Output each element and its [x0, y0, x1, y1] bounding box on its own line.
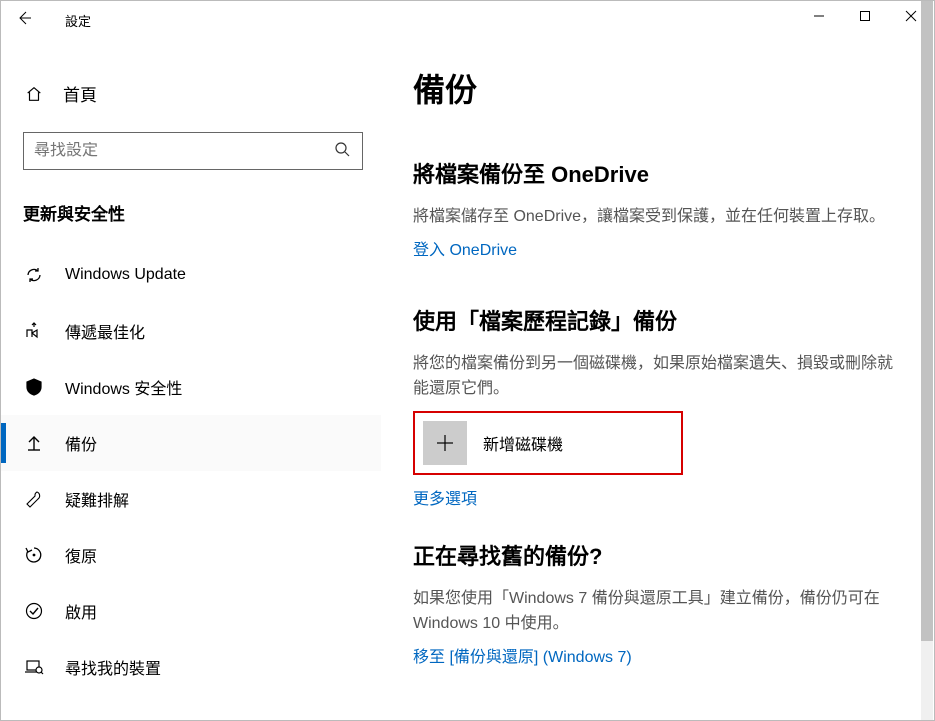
sync-icon	[23, 265, 45, 285]
section-onedrive: 將檔案備份至 OneDrive 將檔案儲存至 OneDrive，讓檔案受到保護，…	[413, 157, 894, 260]
home-label: 首頁	[63, 81, 97, 106]
search-icon	[332, 141, 352, 162]
delivery-icon	[23, 321, 45, 341]
sidebar: 首頁 更新與安全性 Windows Update 傳遞最佳化	[1, 35, 381, 721]
add-drive-label: 新增磁碟機	[483, 431, 563, 455]
scrollbar[interactable]	[921, 1, 933, 720]
nav-item-windows-security[interactable]: Windows 安全性	[1, 359, 381, 415]
nav-item-delivery-optimization[interactable]: 傳遞最佳化	[1, 303, 381, 359]
filehistory-desc: 將您的檔案備份到另一個磁碟機，如果原始檔案遺失、損毀或刪除就能還原它們。	[413, 352, 894, 402]
oldbackup-title: 正在尋找舊的備份?	[413, 539, 894, 571]
search-input[interactable]	[23, 132, 363, 170]
onedrive-title: 將檔案備份至 OneDrive	[413, 157, 894, 189]
add-drive-button[interactable]: 新增磁碟機	[423, 421, 673, 465]
page-title: 備份	[413, 65, 894, 111]
nav-item-activation[interactable]: 啟用	[1, 583, 381, 639]
shield-icon	[23, 377, 45, 397]
category-label: 更新與安全性	[1, 190, 381, 247]
content-area: 備份 將檔案備份至 OneDrive 將檔案儲存至 OneDrive，讓檔案受到…	[381, 35, 934, 721]
section-old-backup: 正在尋找舊的備份? 如果您使用「Windows 7 備份與還原工具」建立備份，備…	[413, 539, 894, 667]
backup-icon	[23, 433, 45, 453]
home-button[interactable]: 首頁	[1, 71, 381, 116]
nav-label: 尋找我的裝置	[65, 655, 161, 679]
filehistory-title: 使用「檔案歷程記錄」備份	[413, 304, 894, 336]
onedrive-signin-link[interactable]: 登入 OneDrive	[413, 236, 517, 260]
home-icon	[23, 85, 45, 103]
wrench-icon	[23, 489, 45, 509]
scrollbar-thumb[interactable]	[921, 1, 933, 641]
plus-icon	[423, 421, 467, 465]
recovery-icon	[23, 545, 45, 565]
more-options-link[interactable]: 更多選項	[413, 485, 477, 509]
nav-item-windows-update[interactable]: Windows Update	[1, 247, 381, 303]
nav-item-backup[interactable]: 備份	[1, 415, 381, 471]
minimize-button[interactable]	[796, 1, 842, 31]
nav-label: 復原	[65, 543, 97, 567]
nav-label: 疑難排解	[65, 487, 129, 511]
nav-item-troubleshoot[interactable]: 疑難排解	[1, 471, 381, 527]
search-field[interactable]	[34, 142, 332, 160]
app-title: 設定	[47, 1, 91, 30]
maximize-button[interactable]	[842, 1, 888, 31]
back-button[interactable]	[1, 1, 47, 35]
activation-icon	[23, 601, 45, 621]
nav-label: 備份	[65, 431, 97, 455]
nav-item-find-my-device[interactable]: 尋找我的裝置	[1, 639, 381, 695]
nav-label: Windows Update	[65, 266, 186, 284]
nav-label: 啟用	[65, 599, 97, 623]
nav-item-recovery[interactable]: 復原	[1, 527, 381, 583]
find-device-icon	[23, 657, 45, 677]
section-file-history: 使用「檔案歷程記錄」備份 將您的檔案備份到另一個磁碟機，如果原始檔案遺失、損毀或…	[413, 304, 894, 510]
nav-label: Windows 安全性	[65, 375, 182, 399]
highlight-annotation: 新增磁碟機	[413, 411, 683, 475]
oldbackup-link[interactable]: 移至 [備份與還原] (Windows 7)	[413, 643, 632, 667]
nav-label: 傳遞最佳化	[65, 319, 145, 343]
onedrive-desc: 將檔案儲存至 OneDrive，讓檔案受到保護，並在任何裝置上存取。	[413, 205, 894, 230]
oldbackup-desc: 如果您使用「Windows 7 備份與還原工具」建立備份，備份仍可在 Windo…	[413, 587, 894, 637]
